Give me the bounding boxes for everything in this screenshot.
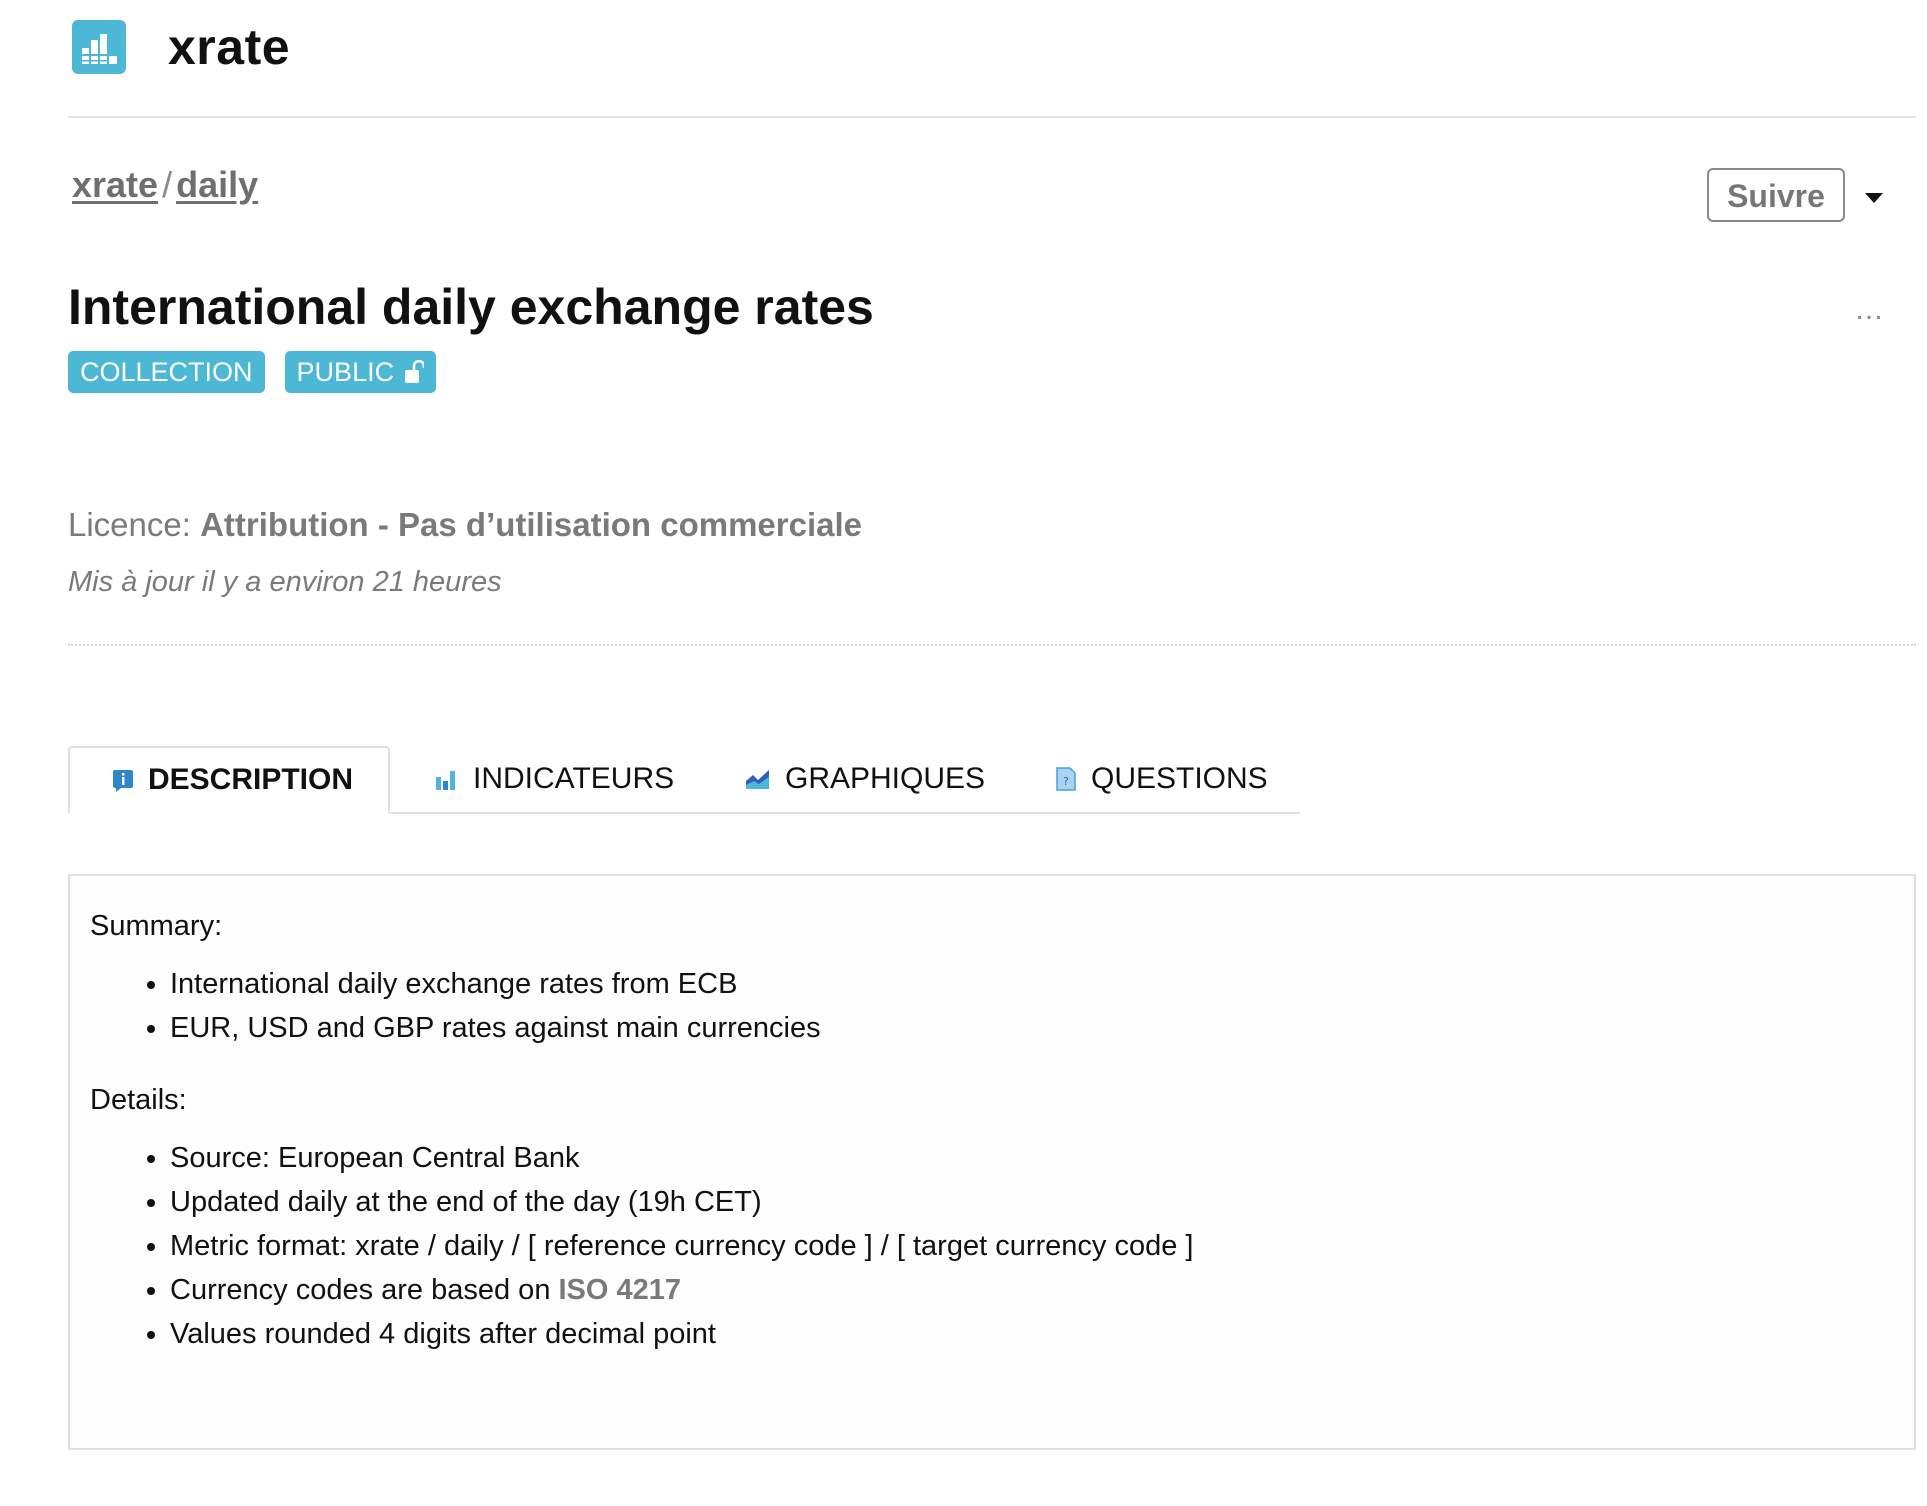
summary-list: International daily exchange rates from … bbox=[90, 967, 1193, 1046]
list-item-text: Currency codes are based on bbox=[170, 1274, 559, 1306]
description-content: Summary: International daily exchange ra… bbox=[90, 910, 1193, 1361]
updated-timestamp: Mis à jour il y a environ 21 heures bbox=[68, 566, 502, 598]
list-item: Updated daily at the end of the day (19h… bbox=[170, 1185, 1193, 1220]
tab-questions-label: QUESTIONS bbox=[1091, 762, 1268, 795]
tab-graphiques-label: GRAPHIQUES bbox=[785, 762, 986, 795]
info-icon bbox=[112, 768, 134, 792]
breadcrumb-current-link[interactable]: daily bbox=[176, 164, 258, 205]
collection-badge-label: COLLECTION bbox=[80, 357, 253, 387]
list-item: International daily exchange rates from … bbox=[170, 967, 1193, 1002]
breadcrumb: xrate / daily bbox=[72, 164, 258, 206]
tab-description[interactable]: DESCRIPTION bbox=[68, 746, 390, 814]
summary-label: Summary: bbox=[90, 910, 223, 942]
unlocked-lock-icon bbox=[404, 360, 425, 384]
app-logo-icon[interactable] bbox=[72, 20, 126, 74]
breadcrumb-separator: / bbox=[162, 164, 173, 205]
area-chart-icon bbox=[745, 767, 771, 791]
list-item: EUR, USD and GBP rates against main curr… bbox=[170, 1011, 1193, 1046]
licence-label: Licence: bbox=[68, 506, 191, 543]
more-options-icon[interactable]: … bbox=[1854, 293, 1885, 327]
svg-text:?: ? bbox=[1063, 775, 1069, 788]
tab-bar: DESCRIPTION INDICATEURS GRAPHIQUES ? QUE… bbox=[68, 746, 1300, 814]
details-label: Details: bbox=[90, 1084, 187, 1116]
tab-indicateurs[interactable]: INDICATEURS bbox=[435, 746, 674, 812]
tab-graphiques[interactable]: GRAPHIQUES bbox=[745, 746, 985, 812]
public-badge: PUBLIC bbox=[284, 351, 437, 393]
licence-value: Attribution - Pas d’utilisation commerci… bbox=[200, 506, 863, 543]
divider bbox=[68, 644, 1916, 646]
tab-description-label: DESCRIPTION bbox=[148, 763, 354, 796]
details-list: Source: European Central Bank Updated da… bbox=[90, 1141, 1193, 1352]
top-bar: xrate bbox=[68, 0, 1916, 118]
question-doc-icon: ? bbox=[1055, 766, 1077, 792]
page: xrate xrate / daily Suivre International d… bbox=[68, 0, 1916, 1450]
iso-4217-link[interactable]: ISO 4217 bbox=[559, 1274, 682, 1306]
follow-button[interactable]: Suivre bbox=[1707, 168, 1845, 222]
bar-chart-icon bbox=[435, 767, 459, 791]
list-item: Source: European Central Bank bbox=[170, 1141, 1193, 1176]
public-badge-label: PUBLIC bbox=[296, 357, 395, 387]
follow-dropdown-caret-icon[interactable] bbox=[1865, 193, 1883, 203]
list-item: Currency codes are based on ISO 4217 bbox=[170, 1273, 1193, 1308]
description-panel: Summary: International daily exchange ra… bbox=[68, 874, 1916, 1450]
app-name[interactable]: xrate bbox=[168, 18, 290, 76]
tab-questions[interactable]: ? QUESTIONS bbox=[1055, 746, 1268, 812]
page-title: International daily exchange rates bbox=[68, 279, 874, 335]
licence-line: Licence: Attribution - Pas d’utilisation… bbox=[68, 506, 862, 544]
list-item: Metric format: xrate / daily / [ referen… bbox=[170, 1229, 1193, 1264]
tab-indicateurs-label: INDICATEURS bbox=[473, 762, 675, 795]
collection-badge: COLLECTION bbox=[68, 351, 265, 393]
list-item: Values rounded 4 digits after decimal po… bbox=[170, 1317, 1193, 1352]
badges: COLLECTION PUBLIC bbox=[68, 351, 437, 393]
breadcrumb-root-link[interactable]: xrate bbox=[72, 164, 158, 205]
